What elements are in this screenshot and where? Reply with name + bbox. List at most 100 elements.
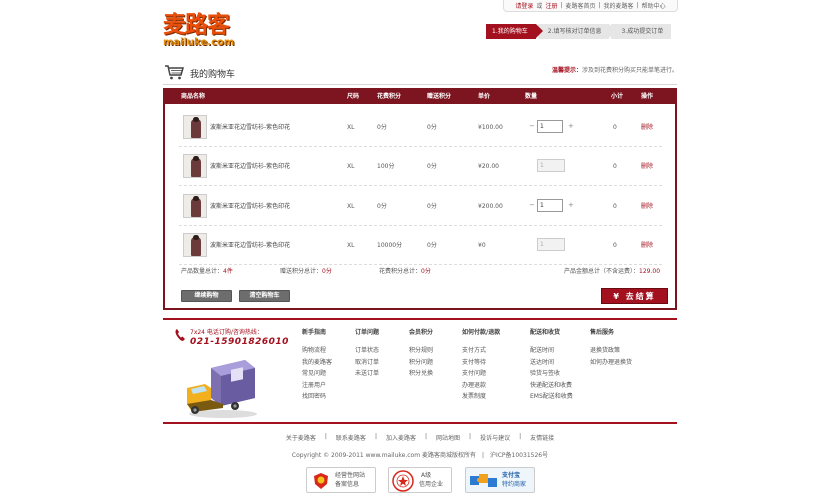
gift-points-cell: 0分	[427, 163, 437, 170]
help-link[interactable]: 找回密码	[302, 391, 332, 403]
badge-credit-enterprise[interactable]: A级 信用企业	[388, 467, 452, 493]
help-link[interactable]: 支付问题	[462, 368, 500, 380]
help-link[interactable]: 发票制度	[462, 391, 500, 403]
help-link[interactable]: 送达时间	[530, 357, 573, 369]
footer-link[interactable]: 投诉与建议	[480, 433, 510, 442]
product-thumbnail[interactable]	[183, 154, 207, 178]
gift-points-cell: 0分	[427, 242, 437, 249]
product-name[interactable]: 波斯米亚花边雪纺衫-紫色印花	[210, 187, 290, 226]
footer-link[interactable]: 关于麦路客	[286, 433, 316, 442]
help-link[interactable]: 未送订单	[355, 368, 379, 380]
notice-label: 温馨提示：	[551, 67, 582, 74]
footer-link[interactable]: 加入麦路客	[386, 433, 416, 442]
col-price: 单价	[478, 93, 491, 100]
footer-links: 关于麦路客 | 联系麦路客 | 加入麦路客 | 网站地图 | 投诉与建议 | 友情链接	[270, 433, 570, 442]
help-link[interactable]: 取消订单	[355, 357, 379, 369]
site-logo[interactable]: 麦路客 mailuke.com	[163, 12, 243, 52]
help-link[interactable]: 订单状态	[355, 345, 379, 357]
help-link[interactable]: 快递配送和收费	[530, 380, 573, 392]
subtotal-cell: 0	[613, 124, 617, 131]
help-link[interactable]: 购物流程	[302, 345, 332, 357]
help-link[interactable]: 退换货政策	[590, 345, 632, 357]
col-size: 尺码	[347, 93, 360, 100]
help-link[interactable]: 办理退款	[462, 380, 500, 392]
size-cell: XL	[347, 163, 355, 170]
alipay-puzzle-icon	[470, 474, 497, 487]
top-links: 请登录或注册 | 麦路客首页 | 我的麦路客 | 帮助中心	[503, 0, 678, 12]
count-total: 产品数量总计：4件	[181, 268, 233, 275]
size-cell: XL	[347, 242, 355, 249]
increase-button[interactable]: +	[568, 199, 574, 212]
logo-english: mailuke.com	[163, 37, 235, 48]
badge-line2: 备案信息	[335, 481, 360, 488]
help-link[interactable]: EMS配送和收费	[530, 391, 573, 403]
price-cell: ¥0	[478, 242, 486, 249]
help-link[interactable]: 我的麦路客	[302, 357, 332, 369]
quantity-input[interactable]	[537, 199, 563, 212]
divider	[163, 84, 677, 85]
delete-link[interactable]: 删除	[641, 187, 653, 226]
cost-points-cell: 0分	[377, 124, 387, 131]
price-cell: ¥20.00	[478, 163, 499, 170]
cost-points-cell: 100分	[377, 163, 395, 170]
help-link[interactable]: 如何办理退换货	[590, 357, 632, 369]
delete-link[interactable]: 删除	[641, 226, 653, 265]
page: 请登录或注册 | 麦路客首页 | 我的麦路客 | 帮助中心 麦路客 mailuk…	[0, 0, 840, 503]
help-link[interactable]: 积分问题	[409, 357, 433, 369]
decrease-button[interactable]: −	[529, 199, 535, 212]
footer-link[interactable]: 网站地图	[436, 433, 460, 442]
product-thumbnail[interactable]	[183, 115, 207, 139]
footer-link[interactable]: 友情链接	[530, 433, 554, 442]
badge-line2: 信用企业	[419, 481, 444, 488]
product-name[interactable]: 波斯米亚花边雪纺衫-紫色印花	[210, 226, 290, 265]
table-row: 波斯米亚花边雪纺衫-紫色印花 XL 0分 0分 ¥100.00 − +0 删除	[179, 108, 662, 147]
gift-points-total: 赠送积分总计：0分	[280, 268, 332, 275]
delete-link[interactable]: 删除	[641, 108, 653, 147]
table-row: 波斯米亚花边雪纺衫-紫色印花 XL 0分 0分 ¥200.00 − +0 删除	[179, 187, 662, 226]
subtotal-cell: 0	[613, 203, 617, 210]
footer-link[interactable]: 联系麦路客	[336, 433, 366, 442]
help-column: 如何付款/退款 支付方式 支付等待 支付问题 办理退款 发票制度	[462, 327, 500, 403]
product-name[interactable]: 波斯米亚花边雪纺衫-紫色印花	[210, 147, 290, 186]
subtotal-cell: 0	[613, 163, 617, 170]
product-thumbnail[interactable]	[183, 194, 207, 218]
login-link[interactable]: 请登录	[515, 1, 533, 10]
my-account-link[interactable]: 我的麦路客	[604, 1, 634, 10]
help-column-title: 售后服务	[590, 329, 615, 336]
decrease-button[interactable]: −	[529, 120, 535, 133]
help-link[interactable]: 支付方式	[462, 345, 500, 357]
divider: |	[324, 433, 327, 440]
shopping-cart-icon	[165, 65, 184, 80]
amount-total: 产品金额总计（不含运费）：129.00	[564, 268, 661, 275]
help-link[interactable]: 积分兑换	[409, 368, 433, 380]
help-link[interactable]: 积分规则	[409, 345, 433, 357]
quantity-input[interactable]	[537, 120, 563, 133]
notice: 温馨提示：涉及到花费积分购买只能单笔进行。	[552, 65, 678, 74]
help-link[interactable]: 配送时间	[530, 345, 573, 357]
delete-link[interactable]: 删除	[641, 147, 653, 186]
gift-points-cell: 0分	[427, 124, 437, 131]
help-link[interactable]: 常见问题	[302, 368, 332, 380]
notice-text: 涉及到花费积分购买只能单笔进行。	[581, 67, 678, 74]
help-link[interactable]: 支付等待	[462, 357, 500, 369]
subtotal-cell: 0	[613, 242, 617, 249]
badge-line1: A级	[421, 472, 432, 479]
product-name[interactable]: 波斯米亚花边雪纺衫-紫色印花	[210, 108, 290, 147]
clear-cart-button[interactable]: 清空购物车	[239, 290, 290, 302]
register-link[interactable]: 注册	[545, 1, 557, 10]
help-link[interactable]: 注册用户	[302, 380, 332, 392]
hotline-label: 7x24 电话订购/咨询热线：	[190, 329, 263, 336]
cart-summary: 产品数量总计：4件 赠送积分总计：0分 花费积分总计：0分 产品金额总计（不含运…	[179, 266, 666, 278]
help-link[interactable]: 验货与签收	[530, 368, 573, 380]
col-cost-points: 花费积分	[377, 93, 402, 100]
help-center-link[interactable]: 帮助中心	[642, 1, 666, 10]
product-thumbnail[interactable]	[183, 233, 207, 257]
increase-button[interactable]: +	[568, 120, 574, 133]
col-gift-points: 赠送积分	[427, 93, 452, 100]
home-link[interactable]: 麦路客首页	[565, 1, 595, 10]
badge-alipay-merchant[interactable]: 支付宝 特约商家	[465, 467, 535, 493]
badge-website-registration[interactable]: 经营性网站 备案信息	[306, 467, 376, 493]
continue-shopping-button[interactable]: 继续购物	[181, 290, 232, 302]
col-action: 操作	[641, 93, 654, 100]
checkout-button[interactable]: ¥ 去结算	[601, 288, 668, 304]
